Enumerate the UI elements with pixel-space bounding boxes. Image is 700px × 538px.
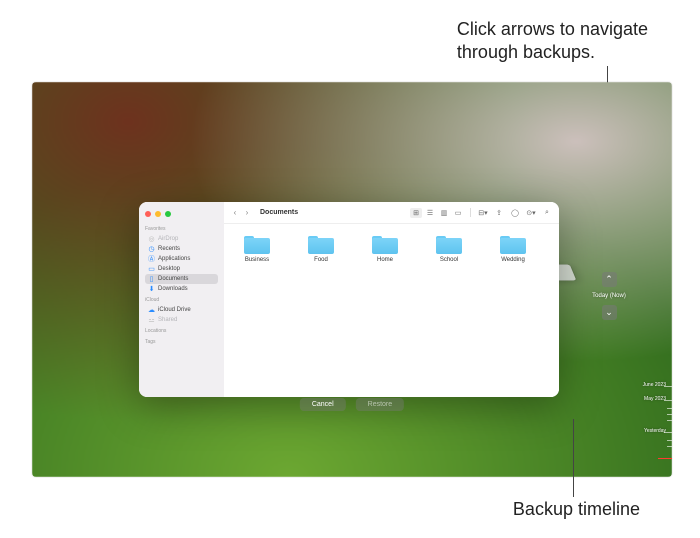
folder-item[interactable]: Wedding bbox=[492, 234, 534, 263]
action-bar: Cancel Restore bbox=[300, 398, 404, 411]
download-icon: ⬇ bbox=[148, 286, 155, 293]
shared-icon: ⚍ bbox=[148, 317, 155, 324]
sidebar-group-locations: Locations bbox=[145, 328, 218, 334]
folder-icon bbox=[372, 234, 398, 254]
finder-sidebar: Favorites ◎AirDrop ◷Recents ⒶApplication… bbox=[139, 202, 224, 397]
share-icon[interactable]: ⇪ bbox=[493, 208, 505, 218]
sidebar-item-shared[interactable]: ⚍Shared bbox=[145, 315, 218, 325]
view-grid-icon[interactable]: ⊞ bbox=[410, 208, 422, 218]
leader-line bbox=[573, 419, 574, 497]
clock-icon: ◷ bbox=[148, 246, 155, 253]
backup-timeline[interactable]: June 2023 May 2023 Yesterday bbox=[636, 382, 672, 472]
close-icon[interactable] bbox=[145, 211, 151, 217]
sidebar-item-airdrop[interactable]: ◎AirDrop bbox=[145, 234, 218, 244]
folder-icon bbox=[308, 234, 334, 254]
nav-down-button[interactable]: ⌄ bbox=[602, 305, 617, 320]
timeline-now-marker bbox=[658, 458, 672, 459]
folder-item[interactable]: School bbox=[428, 234, 470, 263]
sidebar-item-documents[interactable]: ▯Documents bbox=[145, 274, 218, 284]
group-menu-icon[interactable]: ⊟▾ bbox=[477, 208, 489, 218]
cancel-button[interactable]: Cancel bbox=[300, 398, 346, 411]
folder-item[interactable]: Food bbox=[300, 234, 342, 263]
nav-up-button[interactable]: ⌃ bbox=[602, 272, 617, 287]
view-gallery-icon[interactable]: ▭ bbox=[452, 208, 464, 218]
view-list-icon[interactable]: ☰ bbox=[424, 208, 436, 218]
view-column-icon[interactable]: ▥ bbox=[438, 208, 450, 218]
sidebar-item-applications[interactable]: ⒶApplications bbox=[145, 254, 218, 264]
sidebar-group-icloud: iCloud bbox=[145, 297, 218, 303]
sidebar-item-downloads[interactable]: ⬇Downloads bbox=[145, 284, 218, 294]
folder-item[interactable]: Business bbox=[236, 234, 278, 263]
finder-window: Favorites ◎AirDrop ◷Recents ⒶApplication… bbox=[139, 202, 559, 397]
minimize-icon[interactable] bbox=[155, 211, 161, 217]
sidebar-group-tags: Tags bbox=[145, 339, 218, 345]
window-controls[interactable] bbox=[139, 206, 224, 223]
sidebar-group-favorites: Favorites bbox=[145, 226, 218, 232]
window-title: Documents bbox=[260, 209, 298, 216]
restore-button[interactable]: Restore bbox=[356, 398, 405, 411]
forward-button[interactable]: › bbox=[242, 208, 252, 218]
zoom-icon[interactable] bbox=[165, 211, 171, 217]
doc-icon: ▯ bbox=[148, 276, 155, 283]
folder-icon bbox=[244, 234, 270, 254]
sidebar-item-icloud-drive[interactable]: ☁iCloud Drive bbox=[145, 305, 218, 315]
sidebar-item-recents[interactable]: ◷Recents bbox=[145, 244, 218, 254]
backup-time-label: Today (Now) bbox=[592, 293, 626, 299]
finder-toolbar: ‹ › Documents ⊞ ☰ ▥ ▭ ⊟▾ ⇪ ◯ ⊙▾ ⌕ bbox=[224, 202, 559, 224]
airdrop-icon: ◎ bbox=[148, 236, 155, 243]
cloud-icon: ☁ bbox=[148, 307, 155, 314]
folder-icon bbox=[500, 234, 526, 254]
backup-nav-arrows: ⌃ Today (Now) ⌄ bbox=[601, 272, 617, 320]
desktop-icon: ▭ bbox=[148, 266, 155, 273]
app-icon: Ⓐ bbox=[148, 256, 155, 263]
time-machine-screenshot: Favorites ◎AirDrop ◷Recents ⒶApplication… bbox=[32, 82, 672, 477]
annotation-nav-arrows: Click arrows to navigate through backups… bbox=[457, 18, 648, 65]
view-switcher[interactable]: ⊞ ☰ ▥ ▭ bbox=[410, 208, 464, 218]
tags-icon[interactable]: ◯ bbox=[509, 208, 521, 218]
search-icon[interactable]: ⌕ bbox=[541, 208, 553, 218]
folder-item[interactable]: Home bbox=[364, 234, 406, 263]
annotation-timeline: Backup timeline bbox=[513, 499, 640, 520]
back-button[interactable]: ‹ bbox=[230, 208, 240, 218]
finder-main: ‹ › Documents ⊞ ☰ ▥ ▭ ⊟▾ ⇪ ◯ ⊙▾ ⌕ Busine… bbox=[224, 202, 559, 397]
action-menu-icon[interactable]: ⊙▾ bbox=[525, 208, 537, 218]
folder-icon bbox=[436, 234, 462, 254]
sidebar-item-desktop[interactable]: ▭Desktop bbox=[145, 264, 218, 274]
file-grid: Business Food Home School Wedding bbox=[224, 224, 559, 397]
